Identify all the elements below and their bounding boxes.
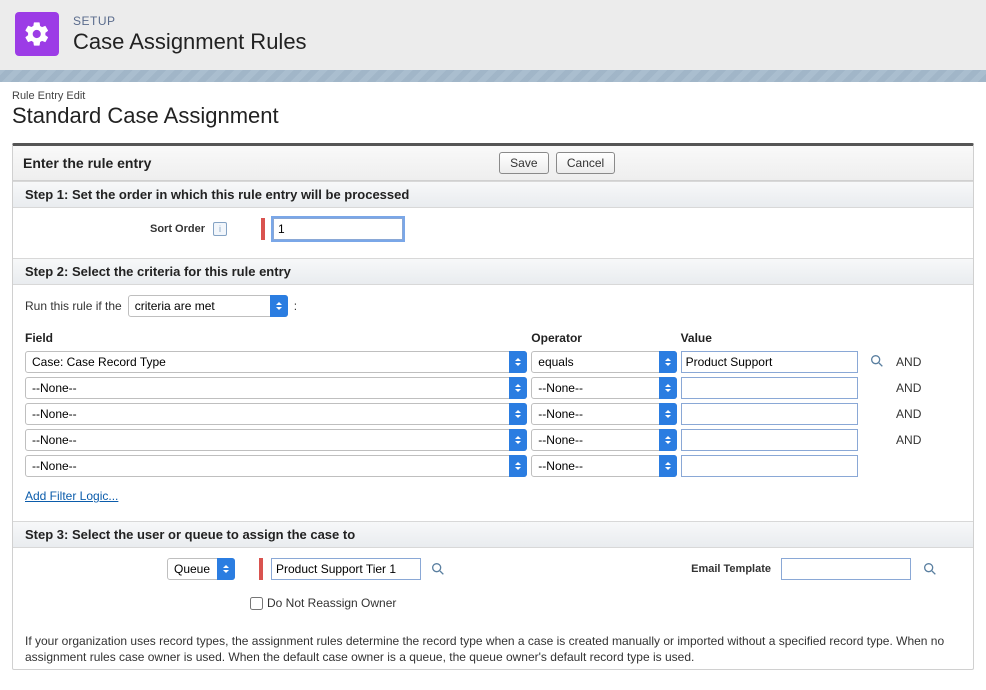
criteria-operator-select[interactable]: --None-- (531, 455, 676, 477)
criteria-operator-select[interactable]: --None-- (531, 377, 676, 399)
required-indicator (261, 218, 265, 240)
col-header-value: Value (681, 331, 863, 347)
rule-entry-panel: Enter the rule entry Save Cancel Step 1:… (12, 143, 974, 670)
criteria-value-input[interactable] (681, 455, 859, 477)
assignee-lookup-icon[interactable] (429, 560, 447, 578)
sort-order-input[interactable] (273, 218, 403, 240)
and-label: AND (896, 355, 921, 369)
decorative-band (0, 70, 986, 82)
breadcrumb: SETUP (73, 14, 307, 28)
add-filter-logic-link[interactable]: Add Filter Logic... (25, 489, 118, 503)
criteria-operator-select[interactable]: equals (531, 351, 676, 373)
email-template-input[interactable] (781, 558, 911, 580)
criteria-value-input[interactable] (681, 429, 859, 451)
assignee-input[interactable] (271, 558, 421, 580)
and-label: AND (896, 433, 921, 447)
cancel-button[interactable]: Cancel (556, 152, 615, 174)
and-label: AND (896, 381, 921, 395)
page-title: Case Assignment Rules (73, 30, 307, 54)
value-lookup-icon[interactable] (868, 352, 886, 370)
required-indicator-assignee (259, 558, 263, 580)
criteria-operator-select[interactable]: --None-- (531, 403, 676, 425)
criteria-field-select[interactable]: Case: Case Record Type (25, 351, 527, 373)
assign-type-select[interactable]: Queue (167, 558, 235, 580)
save-button[interactable]: Save (499, 152, 548, 174)
criteria-value-input[interactable] (681, 403, 859, 425)
step3-header: Step 3: Select the user or queue to assi… (13, 521, 973, 548)
step1-header: Step 1: Set the order in which this rule… (13, 181, 973, 208)
colon: : (294, 299, 297, 313)
criteria-value-input[interactable] (681, 377, 859, 399)
do-not-reassign-checkbox[interactable] (250, 597, 263, 610)
condition-type-select[interactable]: criteria are met (128, 295, 288, 317)
rule-name-heading: Standard Case Assignment (12, 103, 974, 129)
criteria-row: --None----None-- (25, 455, 961, 477)
criteria-row: --None----None-- AND (25, 429, 961, 451)
criteria-field-select[interactable]: --None-- (25, 455, 527, 477)
record-type-footnote: If your organization uses record types, … (13, 626, 973, 669)
enter-rule-entry-label: Enter the rule entry (23, 155, 151, 171)
criteria-row: Case: Case Record Typeequals AND (25, 351, 961, 373)
criteria-row: --None----None-- AND (25, 403, 961, 425)
col-header-operator: Operator (531, 331, 680, 347)
and-label: AND (896, 407, 921, 421)
email-template-lookup-icon[interactable] (921, 560, 939, 578)
setup-gear-icon (15, 12, 59, 56)
criteria-field-select[interactable]: --None-- (25, 377, 527, 399)
run-rule-label: Run this rule if the (25, 299, 122, 313)
rule-entry-edit-label: Rule Entry Edit (12, 90, 974, 102)
criteria-value-input[interactable] (681, 351, 859, 373)
page-header: SETUP Case Assignment Rules (0, 0, 986, 70)
criteria-operator-select[interactable]: --None-- (531, 429, 676, 451)
criteria-field-select[interactable]: --None-- (25, 429, 527, 451)
do-not-reassign-label: Do Not Reassign Owner (267, 596, 396, 610)
col-header-field: Field (25, 331, 531, 347)
criteria-field-select[interactable]: --None-- (25, 403, 527, 425)
info-icon[interactable]: i (213, 222, 227, 236)
sort-order-label: Sort Order (25, 223, 205, 235)
step2-header: Step 2: Select the criteria for this rul… (13, 258, 973, 285)
email-template-label: Email Template (691, 563, 771, 575)
criteria-row: --None----None-- AND (25, 377, 961, 399)
criteria-table: Field Operator Value Case: Case Record T… (25, 327, 961, 481)
